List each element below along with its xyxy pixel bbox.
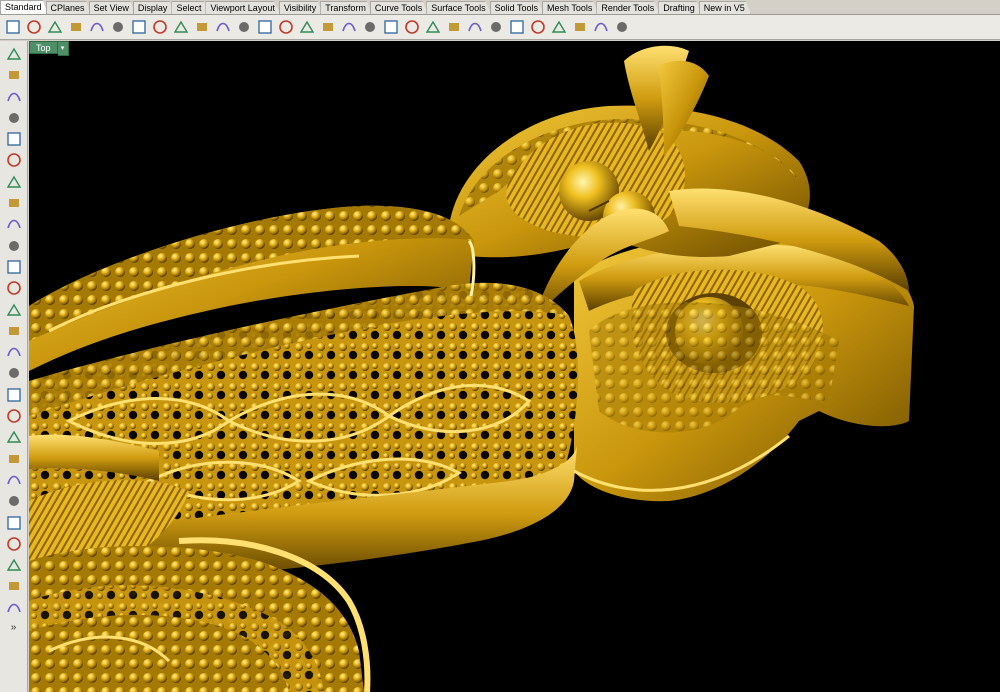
arc-icon[interactable] — [5, 215, 23, 233]
print-icon[interactable] — [68, 19, 84, 35]
render-icon[interactable] — [5, 471, 23, 489]
car-icon[interactable] — [362, 19, 378, 35]
boolean-union-icon[interactable] — [5, 322, 23, 340]
lock-icon[interactable] — [446, 19, 462, 35]
tab-render-tools[interactable]: Render Tools — [596, 1, 661, 14]
tab-surface-tools[interactable]: Surface Tools — [426, 1, 492, 14]
color-wheel-icon[interactable] — [509, 19, 525, 35]
tab-drafting[interactable]: Drafting — [658, 1, 701, 14]
zoom-extents-icon[interactable] — [278, 19, 294, 35]
group-icon[interactable] — [5, 556, 23, 574]
toolbar-tab-bar: Standard CPlanes Set View Display Select View… — [0, 0, 1000, 15]
tab-select[interactable]: Select — [171, 1, 208, 14]
render-sphere-icon[interactable] — [551, 19, 567, 35]
polyline-icon[interactable] — [5, 88, 23, 106]
rotate-view-icon[interactable] — [215, 19, 231, 35]
tab-viewport-layout[interactable]: Viewport Layout — [205, 1, 281, 14]
viewport-grid-icon[interactable] — [320, 19, 336, 35]
point-icon[interactable] — [5, 66, 23, 84]
transform-icon[interactable] — [5, 428, 23, 446]
curve-points-icon[interactable] — [5, 109, 23, 127]
owl-pendant-render — [29, 45, 914, 692]
extrude-icon[interactable] — [5, 343, 23, 361]
environment-sphere-icon[interactable] — [593, 19, 609, 35]
sidebar-more-icon[interactable]: » — [11, 622, 17, 633]
save-icon[interactable] — [47, 19, 63, 35]
new-file-icon[interactable] — [5, 19, 21, 35]
zoom-icon[interactable] — [236, 19, 252, 35]
array-icon[interactable] — [5, 535, 23, 553]
paste-icon[interactable] — [152, 19, 168, 35]
render-object-icon[interactable] — [5, 599, 23, 617]
cut-icon[interactable] — [110, 19, 126, 35]
standard-toolbar — [0, 15, 1000, 40]
layer-manager-icon[interactable] — [5, 577, 23, 595]
four-viewports-icon[interactable] — [341, 19, 357, 35]
fillet-curve-icon[interactable] — [5, 237, 23, 255]
text-icon[interactable] — [5, 514, 23, 532]
mesh-icon[interactable] — [5, 386, 23, 404]
tab-curve-tools[interactable]: Curve Tools — [369, 1, 429, 14]
undo-icon[interactable] — [173, 19, 189, 35]
zoom-window-icon[interactable] — [257, 19, 273, 35]
tab-standard[interactable]: Standard — [0, 0, 48, 14]
analyze-icon[interactable] — [5, 450, 23, 468]
import-icon[interactable] — [89, 19, 105, 35]
top-viewport[interactable]: Top ▾ — [29, 41, 1000, 692]
open-folder-icon[interactable] — [26, 19, 42, 35]
pan-hand-icon[interactable] — [194, 19, 210, 35]
shaded-sphere-icon[interactable] — [572, 19, 588, 35]
curve-icon[interactable] — [383, 19, 399, 35]
zoom-selected-icon[interactable] — [299, 19, 315, 35]
tab-mesh-tools[interactable]: Mesh Tools — [541, 1, 599, 14]
main-sidebar-toolbar: » — [0, 41, 28, 692]
dimension-icon[interactable] — [5, 407, 23, 425]
tab-visibility[interactable]: Visibility — [278, 1, 323, 14]
tab-cplanes[interactable]: CPlanes — [45, 1, 91, 14]
circle-icon[interactable] — [5, 130, 23, 148]
rectangle-icon[interactable] — [5, 194, 23, 212]
control-points-icon[interactable] — [5, 258, 23, 276]
material-icon[interactable] — [5, 492, 23, 510]
tab-set-view[interactable]: Set View — [88, 1, 135, 14]
tab-transform[interactable]: Transform — [320, 1, 372, 14]
light-bulb-icon[interactable] — [467, 19, 483, 35]
surface-edit-icon[interactable] — [5, 364, 23, 382]
surface-icon[interactable] — [5, 279, 23, 297]
teapot-icon[interactable] — [614, 19, 630, 35]
ellipse-icon[interactable] — [5, 151, 23, 169]
layer-icon[interactable] — [488, 19, 504, 35]
points-icon[interactable] — [404, 19, 420, 35]
polygon-icon[interactable] — [5, 173, 23, 191]
select-filter-icon[interactable] — [425, 19, 441, 35]
select-arrow-icon[interactable] — [5, 45, 23, 63]
tab-new-in-v5[interactable]: New in V5 — [698, 1, 751, 14]
copy-icon[interactable] — [131, 19, 147, 35]
tab-solid-tools[interactable]: Solid Tools — [489, 1, 544, 14]
material-sphere-icon[interactable] — [530, 19, 546, 35]
tab-display[interactable]: Display — [132, 1, 174, 14]
box-solid-icon[interactable] — [5, 301, 23, 319]
